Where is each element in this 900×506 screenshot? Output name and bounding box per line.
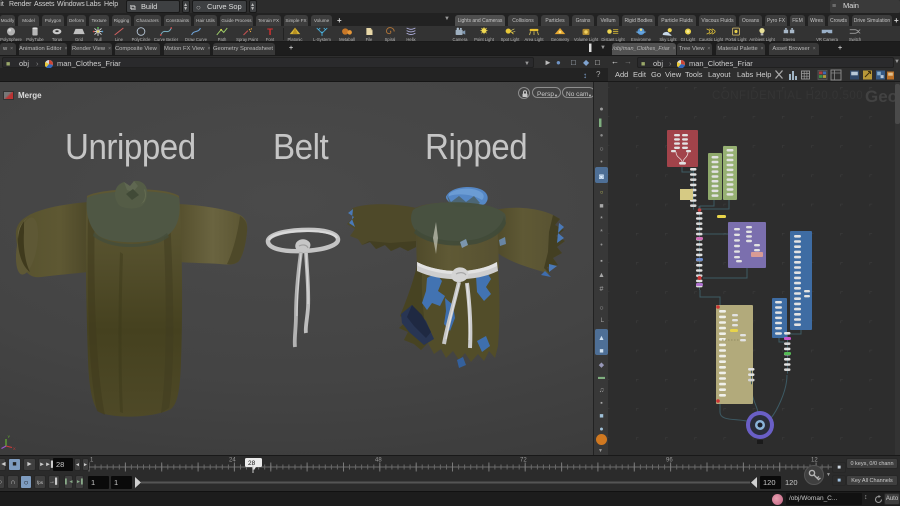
svg-text:24: 24 xyxy=(229,458,236,464)
svg-text:72: 72 xyxy=(520,458,527,464)
svg-text:96: 96 xyxy=(666,458,673,464)
svg-text:CONFIDENTIAL H20.0.500: CONFIDENTIAL H20.0.500 xyxy=(712,90,863,102)
svg-text:12: 12 xyxy=(811,458,818,464)
svg-text:1: 1 xyxy=(90,458,94,464)
svg-text:X: X xyxy=(13,446,16,451)
svg-text:Y: Y xyxy=(8,434,11,439)
svg-text:T: T xyxy=(267,27,273,36)
svg-text:48: 48 xyxy=(375,458,382,464)
svg-text:28: 28 xyxy=(248,460,256,467)
